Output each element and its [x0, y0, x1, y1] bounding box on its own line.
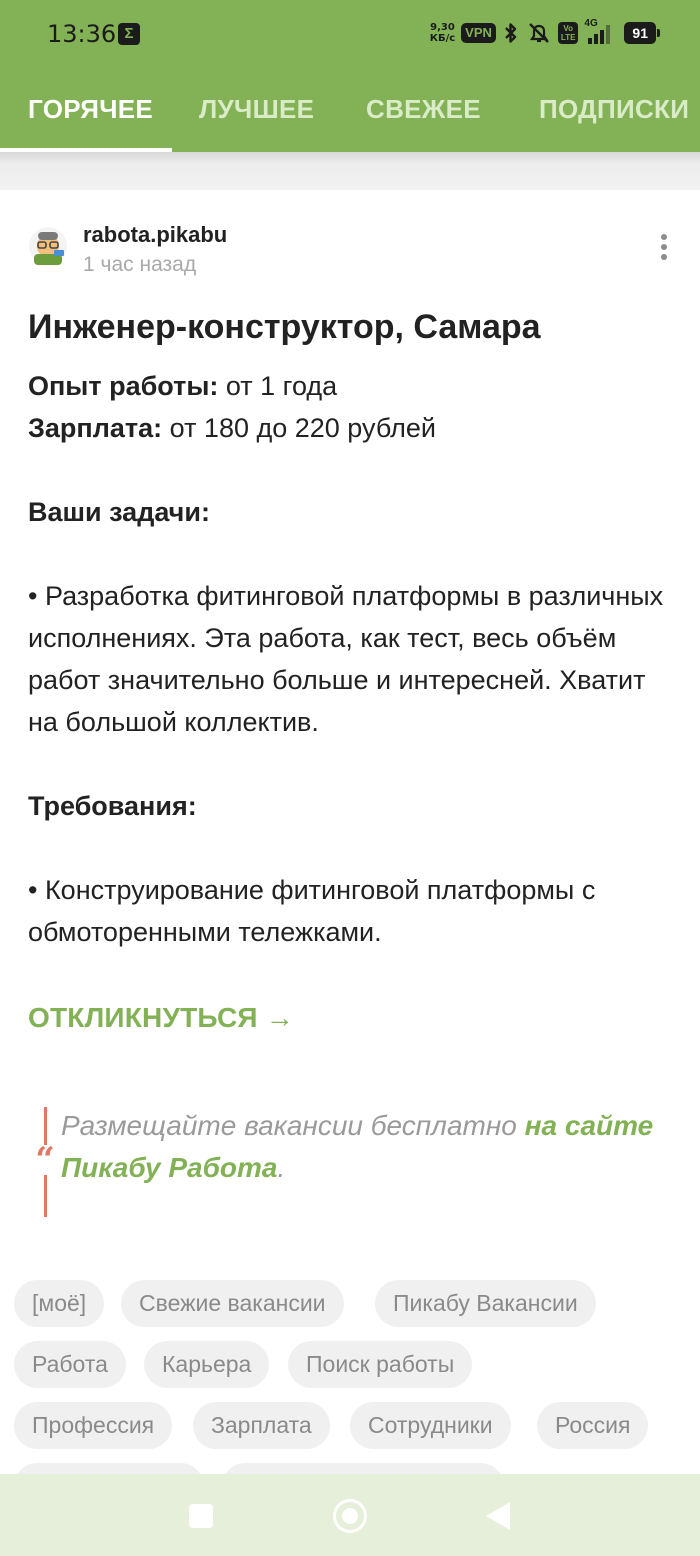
bluetooth-icon — [505, 23, 517, 43]
tag[interactable]: Зарплата — [193, 1402, 330, 1449]
tag[interactable]: Работа — [14, 1341, 126, 1388]
tab-subscriptions[interactable]: ПОДПИСКИ — [539, 94, 689, 125]
signal-icon — [588, 25, 611, 44]
tab-fresh[interactable]: СВЕЖЕЕ — [366, 94, 481, 125]
tasks-heading: Ваши задачи: — [28, 497, 210, 527]
requirements-text: • Конструирование фитинговой платформы с… — [28, 875, 596, 947]
header-shadow — [0, 152, 700, 190]
network-speed: 9,30 КБ/с — [430, 22, 455, 44]
volte-bottom: LTE — [560, 33, 576, 42]
network-speed-unit: КБ/с — [429, 33, 456, 44]
post-title[interactable]: Инженер-конструктор, Самара — [28, 308, 541, 347]
status-indicators: 9,30 КБ/с VPN Vo LTE 4G 91 — [430, 18, 660, 46]
tag[interactable]: Сотрудники — [350, 1402, 511, 1449]
tab-best[interactable]: ЛУЧШЕЕ — [199, 94, 314, 125]
quote-icon: “ — [34, 1140, 56, 1180]
mute-bell-icon — [529, 23, 549, 43]
vpn-badge: VPN — [461, 23, 496, 43]
volte-badge: Vo LTE — [557, 22, 579, 44]
post-body: Опыт работы: от 1 года Зарплата: от 180 … — [28, 365, 678, 953]
experience-label: Опыт работы: — [28, 371, 219, 401]
respond-link[interactable]: ОТКЛИКНУТЬСЯ → — [28, 1002, 294, 1034]
battery-indicator: 91 — [624, 22, 660, 44]
recent-apps-icon[interactable] — [189, 1504, 213, 1528]
salary-line: Зарплата: от 180 до 220 рублей — [28, 407, 678, 449]
quote-end: . — [277, 1152, 286, 1183]
more-options-icon[interactable] — [652, 234, 676, 264]
more-dot — [661, 254, 667, 260]
requirements-heading: Требования: — [28, 791, 197, 821]
experience-line: Опыт работы: от 1 года — [28, 365, 678, 407]
status-bar: 13:36 Σ 9,30 КБ/с VPN Vo LTE 4G 91 — [0, 0, 700, 68]
tag[interactable]: Россия — [537, 1402, 649, 1449]
home-icon[interactable] — [333, 1499, 367, 1533]
tag[interactable]: Профессия — [14, 1402, 173, 1449]
experience-value: от 1 года — [218, 371, 338, 401]
tasks-text: • Разработка фитинговой платформы в разл… — [28, 581, 664, 737]
tab-hot[interactable]: ГОРЯЧЕЕ — [28, 94, 153, 125]
feed-tabs: ГОРЯЧЕЕ ЛУЧШЕЕ СВЕЖЕЕ ПОДПИСКИ — [0, 68, 700, 152]
quote-text: Размещайте вакансии бесплатно на сайте П… — [61, 1105, 671, 1189]
quote-block: “ Размещайте вакансии бесплатно на сайте… — [34, 1105, 674, 1218]
more-dot — [661, 234, 667, 240]
salary-label: Зарплата: — [28, 413, 163, 443]
signal-block: 4G — [584, 18, 618, 46]
tag[interactable]: Пикабу Вакансии — [375, 1280, 596, 1327]
tag[interactable]: Поиск работы — [288, 1341, 473, 1388]
more-dot — [661, 244, 667, 250]
status-time: 13:36 — [47, 20, 117, 48]
volte-top: Vo — [563, 24, 573, 33]
post-author[interactable]: rabota.pikabu — [83, 222, 227, 248]
network-speed-value: 9,30 — [430, 22, 455, 33]
quote-text-main: Размещайте вакансии бесплатно — [61, 1110, 525, 1141]
system-nav-bar — [0, 1474, 700, 1556]
tag[interactable]: [моё] — [14, 1280, 105, 1327]
post-time: 1 час назад — [83, 253, 197, 276]
salary-value: от 180 до 220 рублей — [162, 413, 436, 443]
avatar[interactable] — [28, 226, 68, 266]
back-icon[interactable] — [486, 1502, 510, 1530]
tag[interactable]: Свежие вакансии — [121, 1280, 344, 1327]
tag[interactable]: Карьера — [144, 1341, 270, 1388]
sigma-notification-icon: Σ — [118, 23, 140, 45]
